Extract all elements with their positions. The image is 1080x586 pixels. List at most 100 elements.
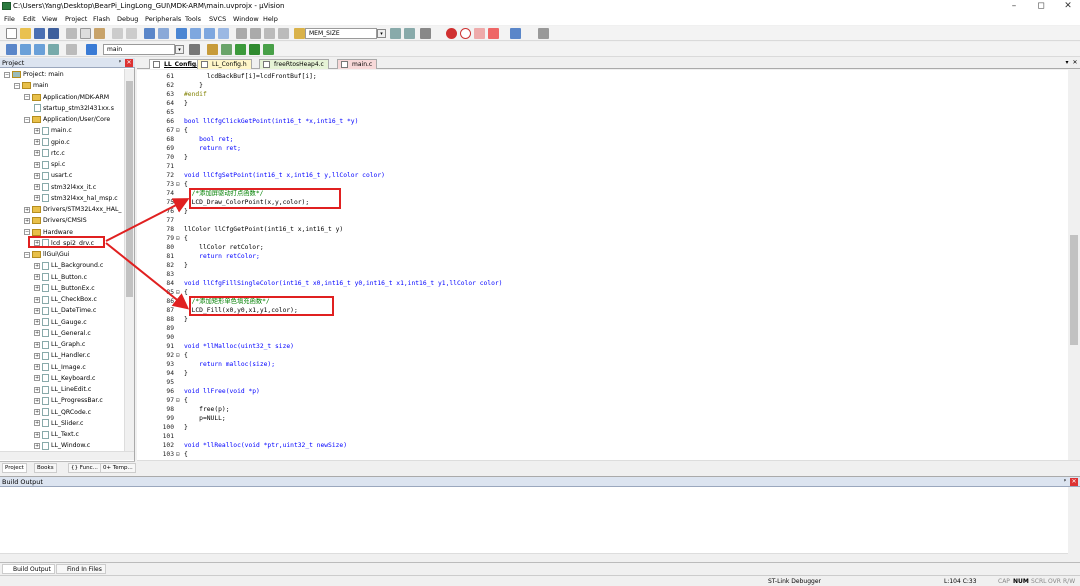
cut-icon[interactable] [66, 28, 77, 39]
tree-item[interactable]: + LL_LineEdit.c [34, 384, 91, 395]
menu-debug[interactable]: Debug [117, 15, 138, 23]
tree-item[interactable]: − Project: main [4, 69, 64, 80]
tree-item[interactable]: + LL_ProgressBar.c [34, 395, 103, 406]
tree-item[interactable]: + LL_CheckBox.c [34, 294, 97, 305]
tree-item[interactable]: + LL_Text.c [34, 429, 79, 440]
save-icon[interactable] [34, 28, 45, 39]
pin-icon[interactable]: ᵖ [116, 59, 124, 67]
tree-item[interactable]: + rtc.c [34, 148, 65, 159]
nav-back-icon[interactable] [144, 28, 155, 39]
comment-icon[interactable] [264, 28, 275, 39]
tree-item[interactable]: − Application/User/Core [24, 114, 110, 125]
zoom-icon[interactable] [420, 28, 431, 39]
copy-icon[interactable] [80, 28, 91, 39]
build-output-pane[interactable] [0, 487, 1080, 561]
menu-tools[interactable]: Tools [185, 15, 201, 23]
fold-marker[interactable]: ⊟ [176, 234, 183, 243]
bookmark-prev-icon[interactable] [190, 28, 201, 39]
tree-item[interactable]: + Drivers/CMSIS [24, 215, 87, 226]
breakpoint-disable-icon[interactable] [474, 28, 485, 39]
stop-build-icon[interactable] [66, 44, 77, 55]
tree-item[interactable]: + gpio.c [34, 137, 70, 148]
collapse-icon[interactable]: − [24, 229, 30, 235]
editor-scrollbar-vertical[interactable] [1068, 70, 1080, 460]
expand-icon[interactable]: + [34, 420, 40, 427]
tree-item[interactable]: + LL_Keyboard.c [34, 373, 95, 384]
pack-installer-icon[interactable] [235, 44, 246, 55]
expand-icon[interactable]: + [34, 352, 40, 359]
menu-view[interactable]: View [42, 15, 57, 23]
expand-icon[interactable]: + [34, 150, 40, 157]
fold-marker[interactable]: ⊟ [176, 450, 183, 459]
translate-icon[interactable] [6, 44, 17, 55]
expand-icon[interactable]: + [24, 217, 30, 224]
breakpoint-icon[interactable] [460, 28, 471, 39]
expand-icon[interactable]: + [34, 330, 40, 337]
target-options-icon[interactable] [189, 44, 200, 55]
menu-window[interactable]: Window [233, 15, 259, 23]
tree-item[interactable]: startup_stm32l431xx.s [34, 103, 114, 114]
close-panel-icon[interactable]: ✕ [125, 59, 133, 67]
tab-find-in-files[interactable]: Find In Files [56, 564, 106, 574]
fold-marker[interactable]: ⊟ [176, 351, 183, 360]
tree-item[interactable]: + LL_General.c [34, 328, 91, 339]
undo-icon[interactable] [112, 28, 123, 39]
editor-tabs-menu-icon[interactable]: ▾ [1063, 59, 1071, 67]
expand-icon[interactable]: + [34, 127, 40, 134]
fold-marker[interactable]: ⊟ [176, 396, 183, 405]
tree-item[interactable]: + main.c [34, 125, 72, 136]
tree-item[interactable]: + LL_Window.c [34, 440, 90, 451]
target-combo[interactable]: main [103, 44, 175, 55]
expand-icon[interactable]: + [34, 307, 40, 314]
manage-project-icon[interactable] [207, 44, 218, 55]
save-all-icon[interactable] [48, 28, 59, 39]
expand-icon[interactable]: + [24, 206, 30, 213]
download-icon[interactable] [86, 44, 97, 55]
tab-books[interactable]: Books [34, 463, 57, 473]
indent-icon[interactable] [236, 28, 247, 39]
tree-item[interactable]: + Drivers/STM32L4xx_HAL_ [24, 204, 122, 215]
open-folder-icon[interactable] [20, 28, 31, 39]
expand-icon[interactable]: + [34, 409, 40, 415]
menu-svcs[interactable]: SVCS [209, 15, 226, 23]
close-button[interactable]: ✕ [1058, 1, 1078, 11]
expand-icon[interactable]: + [34, 375, 40, 382]
find-combo[interactable]: MEM_SIZE [305, 28, 377, 39]
tree-item[interactable]: − llGui\Gui [24, 249, 69, 260]
editor-scrollbar-horizontal[interactable] [137, 460, 1080, 471]
menu-edit[interactable]: Edit [23, 15, 36, 23]
paste-icon[interactable] [94, 28, 105, 39]
collapse-icon[interactable]: − [24, 251, 30, 258]
project-scrollbar-vertical[interactable] [124, 69, 134, 451]
expand-icon[interactable]: + [34, 195, 40, 202]
bookmark-next-icon[interactable] [204, 28, 215, 39]
find-icon[interactable] [390, 28, 401, 39]
build-output-pin-icon[interactable]: ᵖ [1061, 478, 1069, 486]
build-output-scrollbar[interactable] [1068, 487, 1080, 561]
menu-project[interactable]: Project [65, 15, 87, 23]
collapse-icon[interactable]: − [24, 116, 30, 123]
collapse-icon[interactable]: − [14, 82, 20, 89]
code-editor[interactable] [137, 70, 1068, 460]
menu-help[interactable]: Help [263, 15, 278, 23]
editor-scrollbar-thumb[interactable] [1070, 235, 1078, 345]
tree-item[interactable]: + LL_Slider.c [34, 418, 83, 429]
select-packs-icon[interactable] [221, 44, 232, 55]
tree-item[interactable]: + usart.c [34, 170, 72, 181]
build-icon[interactable] [20, 44, 31, 55]
tab-project[interactable]: Project [2, 463, 27, 473]
window-layout-icon[interactable] [510, 28, 521, 39]
expand-icon[interactable]: + [34, 431, 40, 438]
tree-item[interactable]: + LL_Gauge.c [34, 317, 87, 328]
editor-tab[interactable]: main.c [337, 59, 378, 69]
expand-icon[interactable]: + [34, 296, 40, 303]
fold-marker[interactable]: ⊟ [176, 126, 183, 135]
collapse-icon[interactable]: − [24, 94, 30, 100]
tree-item[interactable]: − main [14, 80, 48, 91]
expand-icon[interactable]: + [34, 341, 40, 348]
tree-item[interactable]: + LL_Button.c [34, 272, 87, 283]
tree-item[interactable]: − Application/MDK-ARM [24, 92, 109, 103]
nav-forward-icon[interactable] [158, 28, 169, 39]
bookmark-clear-icon[interactable] [218, 28, 229, 39]
target-combo-dropdown[interactable]: ▾ [175, 45, 184, 54]
